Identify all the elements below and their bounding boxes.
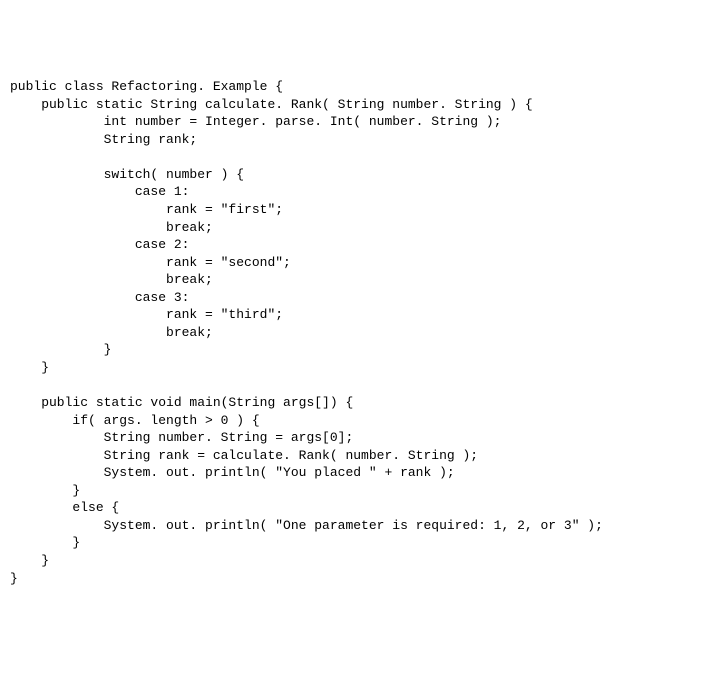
code-line: public static String calculate. Rank( St… <box>10 97 533 112</box>
code-line: } <box>10 571 18 586</box>
code-line: } <box>10 483 80 498</box>
code-line: } <box>10 342 111 357</box>
code-line: int number = Integer. parse. Int( number… <box>10 114 501 129</box>
code-line: public class Refactoring. Example { <box>10 79 283 94</box>
code-line: System. out. println( "One parameter is … <box>10 518 603 533</box>
code-line: } <box>10 535 80 550</box>
code-line: break; <box>10 325 213 340</box>
code-line: switch( number ) { <box>10 167 244 182</box>
code-line: break; <box>10 220 213 235</box>
code-line: } <box>10 360 49 375</box>
code-line: if( args. length > 0 ) { <box>10 413 260 428</box>
code-line: else { <box>10 500 119 515</box>
code-line: case 1: <box>10 184 189 199</box>
code-line: rank = "third"; <box>10 307 283 322</box>
code-line: System. out. println( "You placed " + ra… <box>10 465 455 480</box>
code-line: String rank; <box>10 132 197 147</box>
code-line: public static void main(String args[]) { <box>10 395 353 410</box>
code-line: } <box>10 553 49 568</box>
code-line: String number. String = args[0]; <box>10 430 353 445</box>
code-block: public class Refactoring. Example { publ… <box>10 78 710 587</box>
code-line: case 3: <box>10 290 189 305</box>
code-line: String rank = calculate. Rank( number. S… <box>10 448 478 463</box>
code-line: case 2: <box>10 237 189 252</box>
code-line: break; <box>10 272 213 287</box>
code-line: rank = "second"; <box>10 255 291 270</box>
code-line: rank = "first"; <box>10 202 283 217</box>
